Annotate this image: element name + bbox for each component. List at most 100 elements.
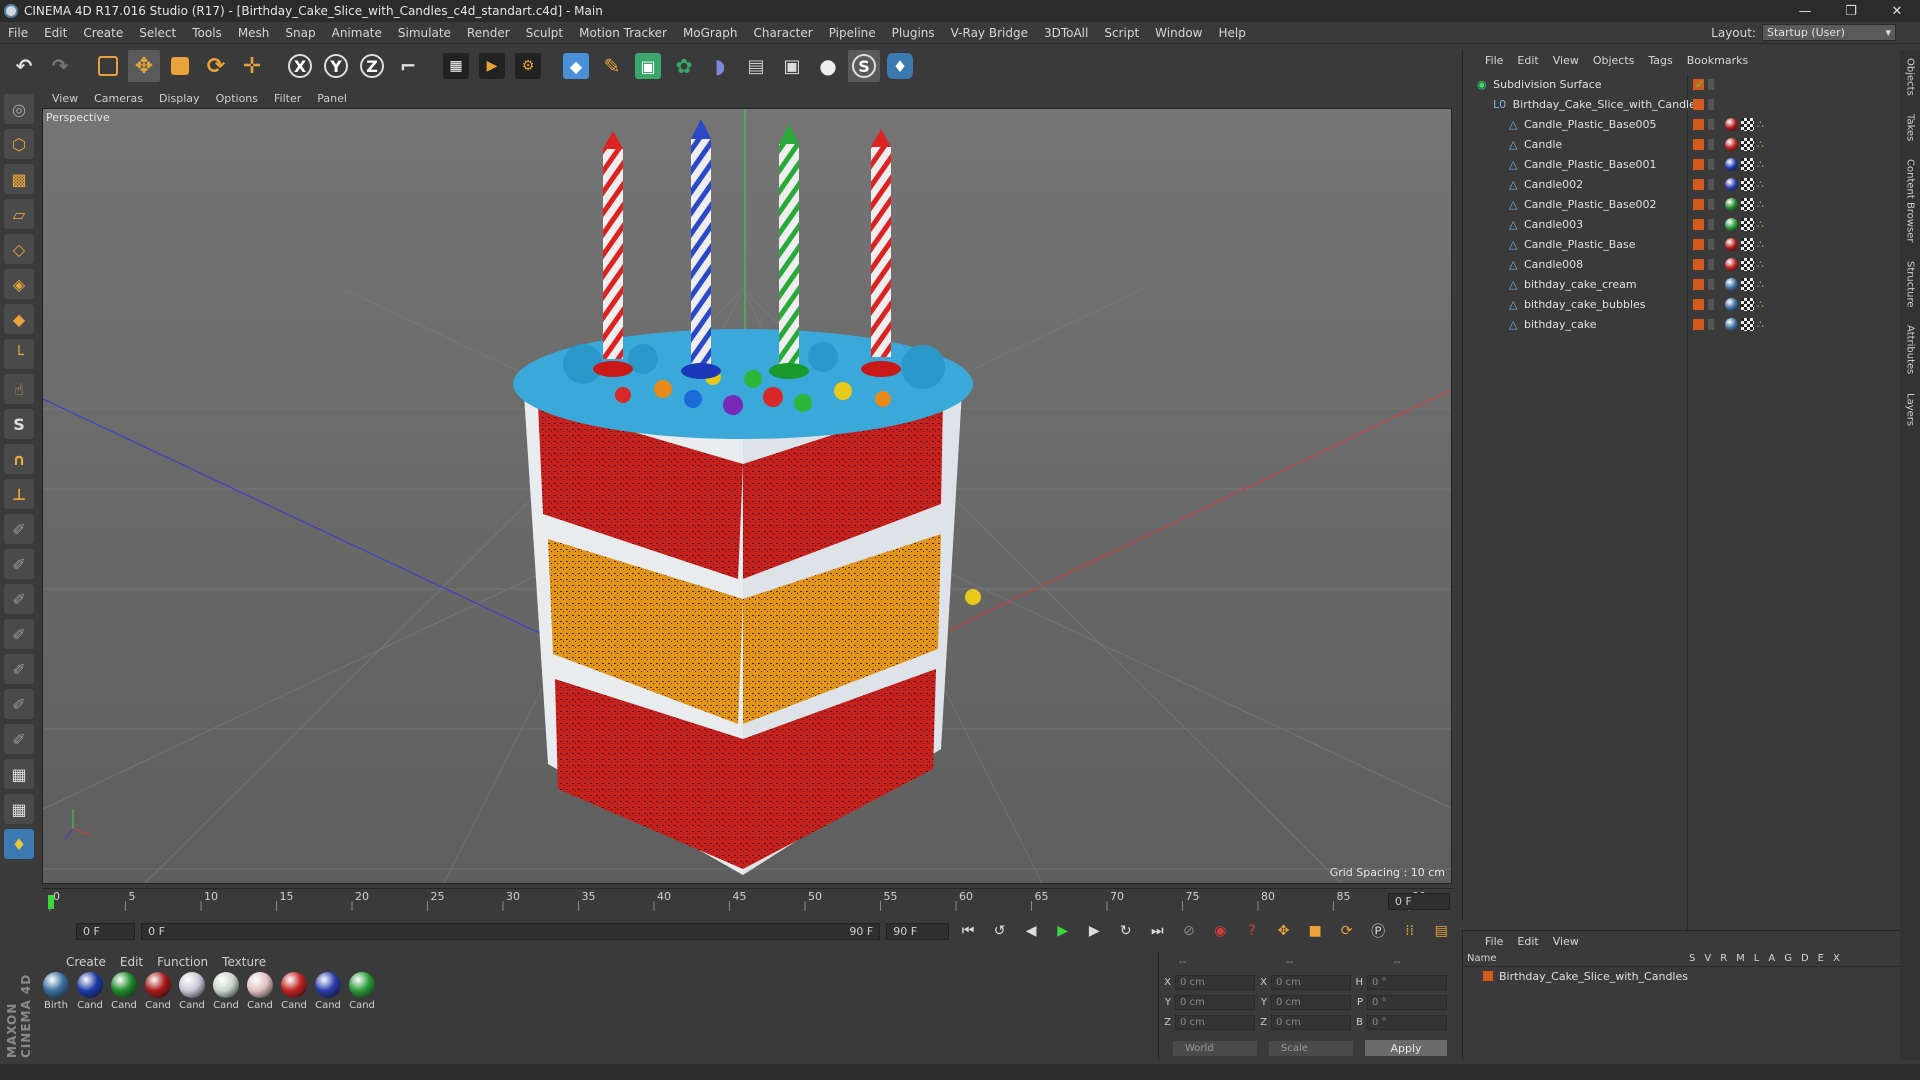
visibility-dots-icon[interactable] xyxy=(1708,178,1714,190)
keyframe-selection-button[interactable]: ? xyxy=(1239,918,1265,944)
phong-tag-icon[interactable]: ∴ xyxy=(1757,238,1770,251)
object-row[interactable]: △ Candle ∴ xyxy=(1463,134,1900,154)
make-editable-button[interactable]: ◎ xyxy=(4,94,34,124)
mograph-button[interactable]: ✿ xyxy=(668,50,700,82)
pen-button[interactable]: ✎ xyxy=(596,50,628,82)
next-frame-button[interactable]: ▶ xyxy=(1081,918,1107,944)
cube-button[interactable]: ◆ xyxy=(560,50,592,82)
subdivision-button[interactable]: ▣ xyxy=(632,50,664,82)
material-tag-icon[interactable] xyxy=(1725,297,1738,311)
uvw-tag-icon[interactable] xyxy=(1741,257,1754,271)
layout-dropdown[interactable]: Startup (User) ▾ xyxy=(1762,24,1896,41)
minimize-icon[interactable]: — xyxy=(1782,0,1828,22)
deformer-button[interactable]: ◗ xyxy=(704,50,736,82)
object-row[interactable]: L0 Birthday_Cake_Slice_with_Candles xyxy=(1463,94,1900,114)
menu-tools[interactable]: Tools xyxy=(184,26,230,40)
uvw-tag-icon[interactable] xyxy=(1741,277,1754,291)
side-tab-takes[interactable]: Takes xyxy=(1905,114,1916,141)
object-row[interactable]: △ Candle_Plastic_Base002 ∴ xyxy=(1463,194,1900,214)
side-tab-content-browser[interactable]: Content Browser xyxy=(1905,159,1916,242)
layer-column-d[interactable]: D xyxy=(1801,953,1809,964)
visibility-dots-icon[interactable] xyxy=(1708,298,1714,310)
menu-help[interactable]: Help xyxy=(1210,26,1253,40)
previous-frame-button[interactable]: ◀ xyxy=(1018,918,1044,944)
rotate-button[interactable]: ⟳ xyxy=(200,50,232,82)
render-picture-viewer-button[interactable]: ▶ xyxy=(476,50,508,82)
layer-row[interactable]: Birthday_Cake_Slice_with_Candles xyxy=(1463,967,1900,985)
side-tab-objects[interactable]: Objects xyxy=(1905,58,1916,96)
phong-tag-icon[interactable]: ∴ xyxy=(1757,278,1770,291)
scale-key-button[interactable]: ■ xyxy=(1302,918,1328,944)
coordinate-mode-dropdown[interactable]: World xyxy=(1173,1040,1257,1056)
end-frame-field[interactable]: 90 F xyxy=(886,922,950,940)
object-row[interactable]: △ bithday_cake_cream ∴ xyxy=(1463,274,1900,294)
axis-mode-button[interactable]: └ xyxy=(4,339,34,369)
phong-tag-icon[interactable]: ∴ xyxy=(1757,118,1770,131)
transform-button[interactable]: ✛ xyxy=(236,50,268,82)
rotation-key-button[interactable]: ⟳ xyxy=(1334,918,1360,944)
phong-tag-icon[interactable]: ∴ xyxy=(1757,158,1770,171)
material-menu-edit[interactable]: Edit xyxy=(120,955,143,969)
size-mode-dropdown[interactable]: Scale xyxy=(1269,1040,1353,1056)
right-frame-field[interactable]: 0 F xyxy=(1388,893,1450,910)
tweak-mode-button[interactable]: ☝ xyxy=(4,374,34,404)
current-frame-field[interactable]: 0 F xyxy=(76,922,136,940)
object-row[interactable]: △ Candle002 ∴ xyxy=(1463,174,1900,194)
menu-simulate[interactable]: Simulate xyxy=(390,26,459,40)
phong-tag-icon[interactable]: ∴ xyxy=(1757,258,1770,271)
sculpt-brush-7-button[interactable]: ✐ xyxy=(4,724,34,754)
phong-tag-icon[interactable]: ∴ xyxy=(1757,218,1770,231)
viewport-menu-display[interactable]: Display xyxy=(159,92,200,105)
menu-file[interactable]: File xyxy=(0,26,36,40)
previous-keyframe-button[interactable]: ↺ xyxy=(987,918,1013,944)
sculpt-brush-4-button[interactable]: ✐ xyxy=(4,619,34,649)
object-menu-objects[interactable]: Objects xyxy=(1593,54,1635,67)
viewport-menu-view[interactable]: View xyxy=(52,92,78,105)
redo-button[interactable]: ↷ xyxy=(44,50,76,82)
material-tag-icon[interactable] xyxy=(1725,277,1738,291)
viewport[interactable]: Perspective Grid Spacing : 10 cm xyxy=(42,108,1452,884)
material-swatch[interactable]: Cand xyxy=(76,972,104,1060)
menu-motion-tracker[interactable]: Motion Tracker xyxy=(571,26,675,40)
visibility-dots-icon[interactable] xyxy=(1708,138,1714,150)
menu-snap[interactable]: Snap xyxy=(277,26,323,40)
script-button[interactable]: S xyxy=(848,50,880,82)
rotation-field[interactable]: 0 ° xyxy=(1367,974,1447,990)
viewport-menu-panel[interactable]: Panel xyxy=(317,92,347,105)
phong-tag-icon[interactable]: ∴ xyxy=(1757,198,1770,211)
next-keyframe-button[interactable]: ↻ xyxy=(1113,918,1139,944)
restore-icon[interactable]: ❐ xyxy=(1828,0,1874,22)
layer-column-e[interactable]: E xyxy=(1818,953,1824,964)
material-swatch[interactable]: Cand xyxy=(212,972,240,1060)
uvw-tag-icon[interactable] xyxy=(1741,177,1754,191)
uvw-tag-icon[interactable] xyxy=(1741,117,1754,131)
layer-column-g[interactable]: G xyxy=(1784,953,1792,964)
camera-button[interactable]: ▣ xyxy=(776,50,808,82)
material-tag-icon[interactable] xyxy=(1725,237,1738,251)
uvw-tag-icon[interactable] xyxy=(1741,197,1754,211)
material-tag-icon[interactable] xyxy=(1725,137,1738,151)
sculpt-brush-1-button[interactable]: ✐ xyxy=(4,514,34,544)
material-tag-icon[interactable] xyxy=(1725,317,1738,331)
visibility-dots-icon[interactable] xyxy=(1708,258,1714,270)
position-key-button[interactable]: ✥ xyxy=(1271,918,1297,944)
menu-script[interactable]: Script xyxy=(1096,26,1147,40)
menu-sculpt[interactable]: Sculpt xyxy=(518,26,571,40)
layer-column-s[interactable]: S xyxy=(1689,953,1695,964)
material-tag-icon[interactable] xyxy=(1725,177,1738,191)
viewport-menu-options[interactable]: Options xyxy=(216,92,258,105)
layer-column-a[interactable]: A xyxy=(1768,953,1775,964)
go-to-end-button[interactable]: ⏭ xyxy=(1145,918,1171,944)
render-settings-button[interactable]: ⚙ xyxy=(512,50,544,82)
parameter-key-button[interactable]: Ⓟ xyxy=(1365,918,1391,944)
object-row[interactable]: △ bithday_cake_bubbles ∴ xyxy=(1463,294,1900,314)
menu-create[interactable]: Create xyxy=(75,26,131,40)
size-field[interactable]: 0 cm xyxy=(1271,994,1351,1010)
scale-button[interactable] xyxy=(164,50,196,82)
light-button[interactable]: ● xyxy=(812,50,844,82)
menu-character[interactable]: Character xyxy=(745,26,820,40)
layer-menu-file[interactable]: File xyxy=(1485,935,1503,948)
material-menu-texture[interactable]: Texture xyxy=(222,955,266,969)
object-menu-bookmarks[interactable]: Bookmarks xyxy=(1687,54,1748,67)
material-tag-icon[interactable] xyxy=(1725,197,1738,211)
